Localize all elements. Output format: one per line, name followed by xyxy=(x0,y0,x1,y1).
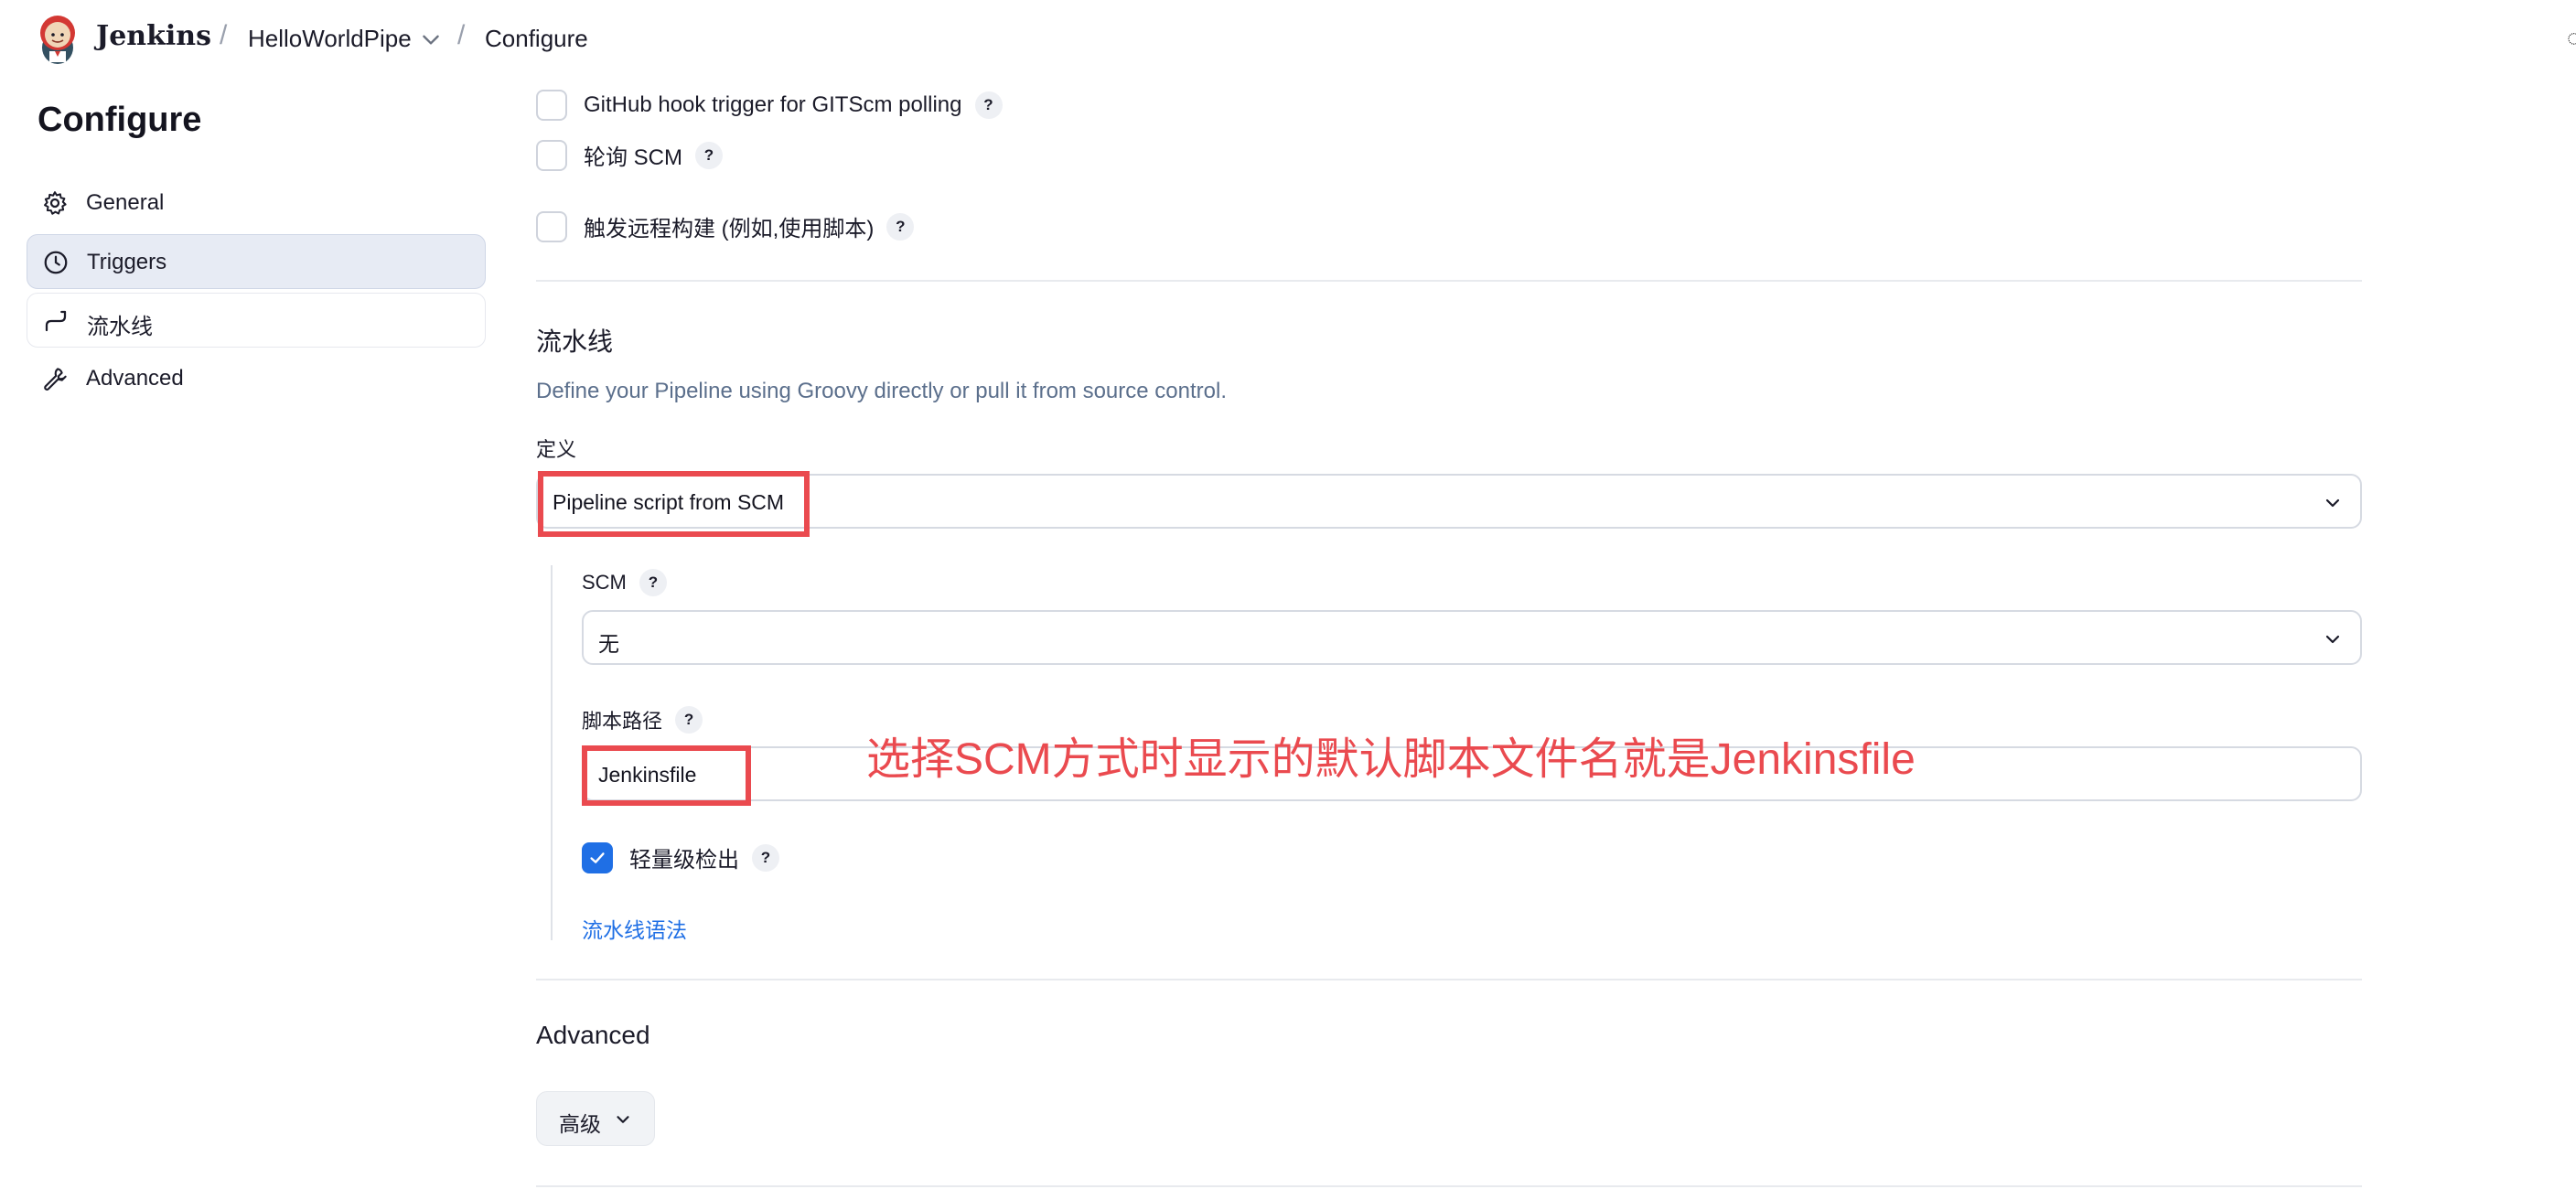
gear-icon xyxy=(44,191,67,215)
remote-build-checkbox[interactable] xyxy=(536,210,567,242)
pipeline-description: Define your Pipeline using Groovy direct… xyxy=(536,379,1227,403)
trigger-remote-build[interactable]: 触发远程构建 (例如,使用脚本) ? xyxy=(536,210,915,242)
pipeline-syntax-link[interactable]: 流水线语法 xyxy=(582,913,687,944)
checkbox-label: GitHub hook trigger for GITScm polling xyxy=(584,92,962,117)
advanced-button[interactable]: 高级 xyxy=(536,1091,655,1146)
advanced-button-label: 高级 xyxy=(559,1112,601,1136)
scm-select[interactable]: 无 xyxy=(582,610,2362,665)
scm-group-indent xyxy=(551,565,553,940)
annotation-box-definition xyxy=(538,471,810,537)
section-divider xyxy=(536,979,2362,980)
scm-select-value: 无 xyxy=(598,632,619,656)
check-icon xyxy=(590,852,605,863)
help-icon[interactable]: ? xyxy=(675,706,703,734)
breadcrumb-job[interactable]: HelloWorldPipe xyxy=(248,25,412,53)
checkbox-label: 触发远程构建 (例如,使用脚本) xyxy=(584,217,875,241)
section-divider xyxy=(536,280,2362,282)
help-icon[interactable]: ? xyxy=(639,569,667,596)
breadcrumb-separator: / xyxy=(220,20,228,50)
scm-label-text: SCM xyxy=(582,571,627,594)
pipeline-icon xyxy=(45,310,67,332)
annotation-box-script-path xyxy=(582,745,751,806)
breadcrumb-configure: Configure xyxy=(485,25,588,52)
script-path-label-text: 脚本路径 xyxy=(582,710,663,733)
annotation-text: 选择SCM方式时显示的默认脚本文件名就是Jenkinsfile xyxy=(866,735,1916,784)
sidebar-item-label: General xyxy=(86,190,165,215)
jenkins-logo-icon[interactable] xyxy=(37,11,79,66)
sidebar-item-pipeline[interactable]: 流水线 xyxy=(27,293,486,348)
chevron-down-icon xyxy=(2325,635,2340,644)
timer-icon xyxy=(44,251,68,274)
breadcrumb-separator: / xyxy=(457,20,466,50)
definition-select[interactable]: Pipeline script from SCM xyxy=(536,474,2362,529)
poll-scm-checkbox[interactable] xyxy=(536,139,567,171)
pipeline-section-title: 流水线 xyxy=(536,327,614,356)
chevron-down-icon[interactable] xyxy=(419,27,443,51)
help-icon[interactable]: ? xyxy=(886,212,915,241)
sidebar-item-triggers[interactable]: Triggers xyxy=(27,234,486,289)
checkbox-label: 轮询 SCM xyxy=(584,145,682,170)
help-icon[interactable]: ? xyxy=(974,91,1003,119)
advanced-section-title: Advanced xyxy=(536,1021,650,1049)
github-hook-checkbox[interactable] xyxy=(536,90,567,121)
search-icon[interactable]: ◌ xyxy=(2567,24,2576,52)
checkbox-label: 轻量级检出 xyxy=(629,848,739,873)
lightweight-checkout-checkbox[interactable] xyxy=(582,841,613,873)
help-icon[interactable]: ? xyxy=(752,843,779,872)
sidebar-item-label: Advanced xyxy=(86,366,184,391)
section-divider xyxy=(536,1185,2362,1187)
sidebar-item-general[interactable]: General xyxy=(27,176,486,230)
page-title: Configure xyxy=(38,101,202,139)
chevron-down-icon xyxy=(617,1116,629,1123)
definition-label: 定义 xyxy=(536,438,577,461)
sidebar-item-label: Triggers xyxy=(87,250,167,274)
trigger-github-hook[interactable]: GitHub hook trigger for GITScm polling ? xyxy=(536,90,1003,121)
wrench-icon xyxy=(44,368,67,391)
top-header: Jenkins / HelloWorldPipe / Configure ◌ xyxy=(0,0,2576,79)
lightweight-checkout-row[interactable]: 轻量级检出 ? xyxy=(582,841,779,873)
scm-label: SCM ? xyxy=(582,569,667,596)
trigger-poll-scm[interactable]: 轮询 SCM ? xyxy=(536,139,723,171)
help-icon[interactable]: ? xyxy=(695,141,723,169)
sidebar-item-label: 流水线 xyxy=(87,315,153,339)
jenkins-brand[interactable]: Jenkins xyxy=(96,20,211,52)
sidebar-item-advanced[interactable]: Advanced xyxy=(27,351,486,406)
script-path-label: 脚本路径 ? xyxy=(582,705,703,734)
chevron-down-icon xyxy=(2325,498,2340,508)
